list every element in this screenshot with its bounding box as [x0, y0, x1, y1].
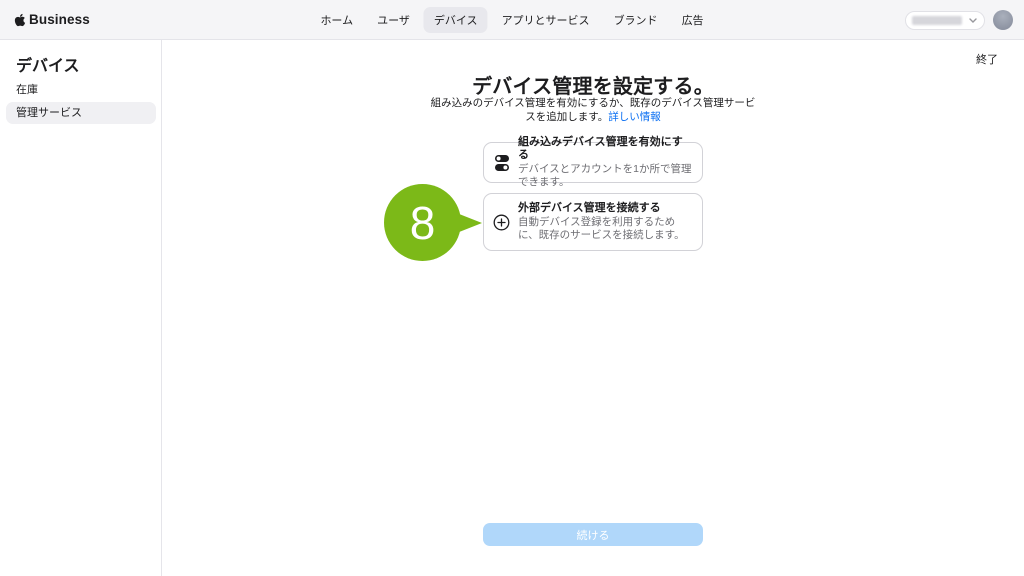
brand-logo: Business: [14, 0, 90, 39]
main-content: 終了 デバイス管理を設定する。 組み込みのデバイス管理を有効にするか、既存のデバ…: [162, 40, 1024, 576]
subtitle-line2: スを追加します。: [525, 111, 608, 123]
plus-circle-icon: [493, 214, 510, 231]
user-avatar[interactable]: [993, 10, 1013, 30]
sidebar-section-title: デバイス: [16, 52, 80, 76]
page-subtitle: 組み込みのデバイス管理を有効にするか、既存のデバイス管理サービ スを追加します。…: [162, 97, 1024, 124]
card-title: 組み込みデバイス管理を有効にする: [518, 136, 692, 162]
card-enable-builtin-mdm[interactable]: 組み込みデバイス管理を有効にする デバイスとアカウントを1か所で管理できます。: [483, 142, 703, 183]
sidebar-item-inventory[interactable]: 在庫: [16, 81, 38, 97]
card-title: 外部デバイス管理を接続する: [518, 202, 692, 215]
apple-business-manager-screen: Business ホーム ユーザ デバイス アプリとサービス ブランド 広告 デ…: [0, 0, 1024, 576]
nav-item-devices[interactable]: デバイス: [424, 7, 488, 33]
primary-nav: ホーム ユーザ デバイス アプリとサービス ブランド 広告: [310, 0, 713, 39]
apple-logo-icon: [14, 13, 26, 27]
learn-more-link[interactable]: 詳しい情報: [608, 111, 661, 123]
badge-circle: 8: [384, 184, 461, 261]
brand-label: Business: [29, 12, 90, 27]
card-description: デバイスとアカウントを1か所で管理できます。: [518, 163, 692, 189]
nav-item-users[interactable]: ユーザ: [367, 7, 420, 33]
nav-item-ads[interactable]: 広告: [672, 7, 714, 33]
sidebar-item-management-services[interactable]: 管理サービス: [6, 102, 156, 124]
card-connect-external-mdm[interactable]: 外部デバイス管理を接続する 自動デバイス登録を利用するために、既存のサービスを接…: [483, 193, 703, 251]
continue-button[interactable]: 続ける: [483, 523, 703, 546]
page-title: デバイス管理を設定する。: [162, 70, 1024, 99]
exit-button[interactable]: 終了: [976, 51, 998, 67]
account-dropdown[interactable]: [905, 11, 985, 30]
chevron-down-icon: [969, 18, 977, 23]
nav-item-brand[interactable]: ブランド: [604, 7, 668, 33]
nav-item-apps-services[interactable]: アプリとサービス: [492, 7, 600, 33]
card-description: 自動デバイス登録を利用するために、既存のサービスを接続します。: [518, 216, 692, 242]
subtitle-line1: 組み込みのデバイス管理を有効にするか、既存のデバイス管理サービ: [431, 97, 756, 109]
toggles-icon: [493, 154, 510, 172]
step-callout-badge: 8: [384, 184, 484, 262]
sidebar: デバイス 在庫 管理サービス: [0, 40, 162, 576]
top-navigation-bar: Business ホーム ユーザ デバイス アプリとサービス ブランド 広告: [0, 0, 1024, 40]
account-name-redacted: [912, 16, 962, 25]
nav-item-home[interactable]: ホーム: [310, 7, 363, 33]
